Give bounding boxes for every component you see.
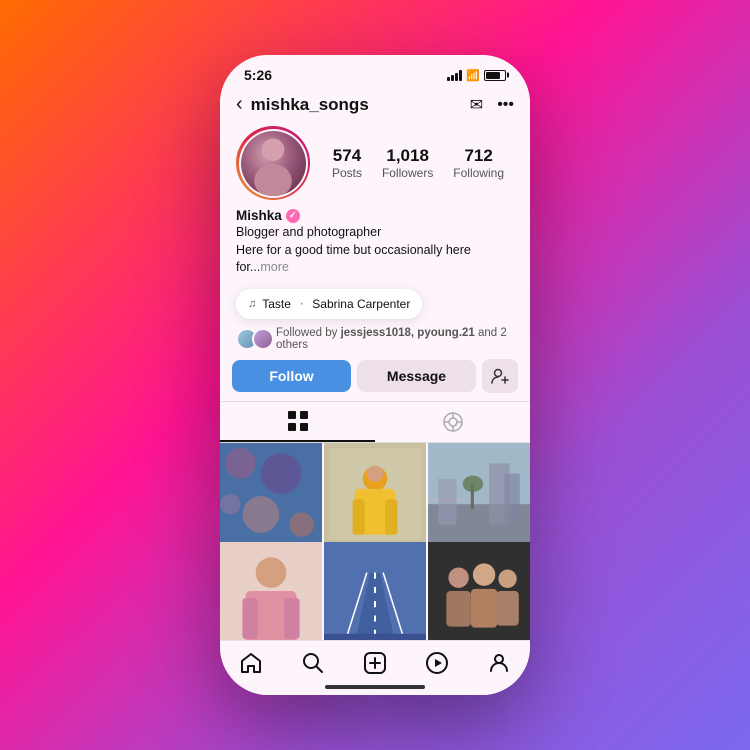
photo-cell-6[interactable] <box>428 542 530 640</box>
message-button[interactable]: Message <box>357 360 476 392</box>
following-label: Following <box>453 166 504 180</box>
header-icons: ✉ ••• <box>470 95 514 115</box>
send-icon[interactable]: ✉ <box>470 95 483 115</box>
verified-badge: ✓ <box>286 209 300 223</box>
profile-username: mishka_songs <box>251 95 470 115</box>
avatar-container[interactable] <box>236 126 310 200</box>
back-button[interactable]: ‹ <box>236 93 243 116</box>
music-separator: · <box>299 295 304 313</box>
photo-grid <box>220 443 530 641</box>
status-bar: 5:26 📶 <box>220 55 530 87</box>
follower-avatars <box>236 328 268 350</box>
followers-count: 1,018 <box>386 146 429 166</box>
nav-home[interactable] <box>220 651 282 675</box>
add-person-icon <box>491 367 509 385</box>
music-note-icon: ♫ <box>248 298 256 310</box>
profile-info-row: 574 Posts 1,018 Followers 712 Following <box>220 120 530 204</box>
profile-icon <box>487 651 511 675</box>
phone-screen: 5:26 📶 ‹ mishka_songs ✉ ••• <box>220 55 530 695</box>
stat-posts[interactable]: 574 Posts <box>332 146 362 180</box>
tab-tagged[interactable] <box>375 402 530 442</box>
follow-button[interactable]: Follow <box>232 360 351 392</box>
tag-icon <box>442 411 464 433</box>
tab-grid[interactable] <box>220 402 375 442</box>
battery-icon <box>484 70 506 81</box>
action-buttons: Follow Message <box>220 359 530 401</box>
status-icons: 📶 <box>447 69 506 82</box>
bio-text: Blogger and photographer Here for a good… <box>236 224 514 277</box>
bio-line1: Blogger and photographer <box>236 225 381 239</box>
signal-icon <box>447 70 462 81</box>
followed-by-label: Followed by <box>276 327 341 339</box>
search-icon <box>301 651 325 675</box>
follower-avatar-2 <box>252 328 274 350</box>
nav-add[interactable] <box>344 651 406 675</box>
bio-more[interactable]: more <box>260 260 288 274</box>
photo-cell-2[interactable] <box>324 443 426 545</box>
photo-cell-5[interactable] <box>324 542 426 640</box>
followers-label: Followers <box>382 166 433 180</box>
music-song: Taste <box>262 297 291 311</box>
music-artist: Sabrina Carpenter <box>312 297 410 311</box>
phone-frame: 5:26 📶 ‹ mishka_songs ✉ ••• <box>220 55 530 695</box>
content-tab-bar <box>220 401 530 443</box>
followed-by-row: Followed by jessjess1018, pyoung.21 and … <box>220 325 530 359</box>
avatar <box>241 131 306 196</box>
posts-label: Posts <box>332 166 362 180</box>
nav-profile[interactable] <box>468 651 530 675</box>
add-person-button[interactable] <box>482 359 518 393</box>
nav-reels[interactable] <box>406 651 468 675</box>
posts-count: 574 <box>333 146 361 166</box>
home-indicator <box>325 685 425 689</box>
music-tooltip[interactable]: ♫ Taste · Sabrina Carpenter <box>236 289 422 319</box>
photo-cell-3[interactable] <box>428 443 530 545</box>
stats-row: 574 Posts 1,018 Followers 712 Following <box>310 146 514 180</box>
bio-section: Mishka ✓ Blogger and photographer Here f… <box>220 204 530 283</box>
grid-icon <box>287 410 309 432</box>
photo-cell-1[interactable] <box>220 443 322 545</box>
wifi-icon: 📶 <box>466 69 480 82</box>
following-count: 712 <box>464 146 492 166</box>
profile-header: ‹ mishka_songs ✉ ••• <box>220 87 530 120</box>
display-name-text: Mishka <box>236 208 282 223</box>
more-options-icon[interactable]: ••• <box>497 96 514 114</box>
stat-following[interactable]: 712 Following <box>453 146 504 180</box>
home-icon <box>239 651 263 675</box>
follower-names: jessjess1018, pyoung.21 <box>341 327 475 339</box>
avatar-inner <box>239 129 308 198</box>
status-time: 5:26 <box>244 67 272 83</box>
avatar-photo-inner <box>241 131 306 196</box>
reels-icon <box>425 651 449 675</box>
nav-search[interactable] <box>282 651 344 675</box>
photo-cell-4[interactable] <box>220 542 322 640</box>
stat-followers[interactable]: 1,018 Followers <box>382 146 433 180</box>
add-icon <box>363 651 387 675</box>
followed-by-text: Followed by jessjess1018, pyoung.21 and … <box>276 327 514 351</box>
display-name: Mishka ✓ <box>236 208 514 223</box>
